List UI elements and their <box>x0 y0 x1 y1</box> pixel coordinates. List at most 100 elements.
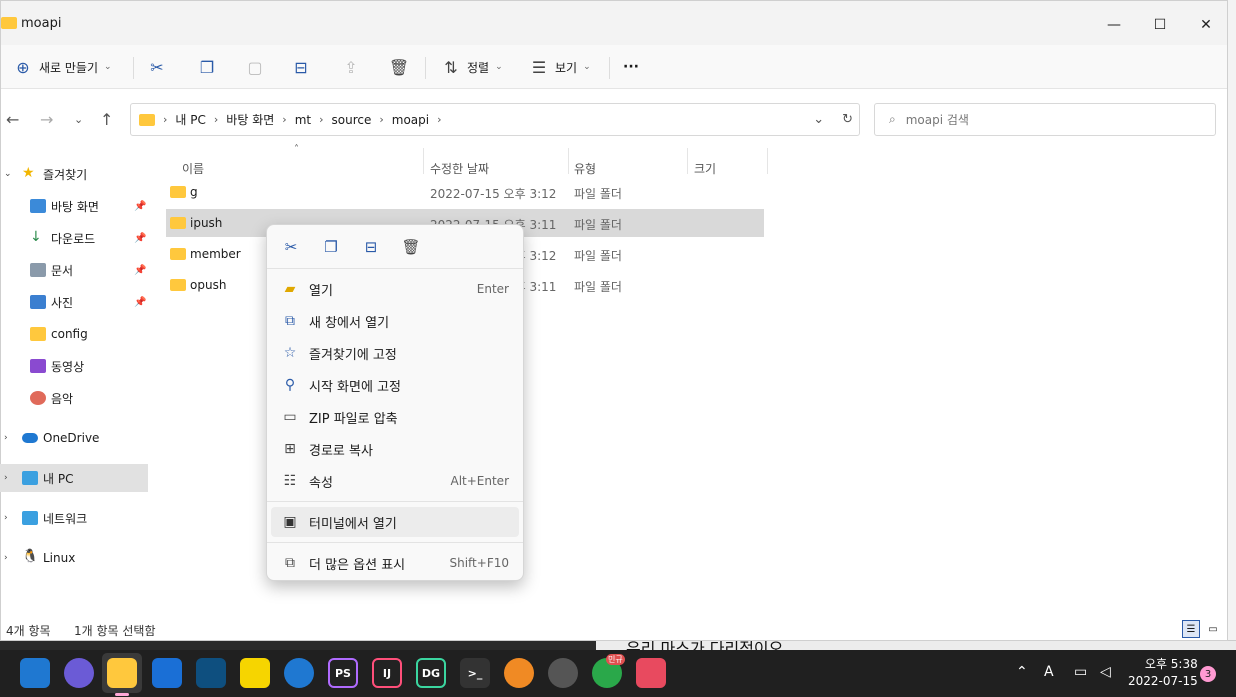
menu-item-pin-quick-access[interactable]: ☆ 즐겨찾기에 고정 <box>271 338 519 368</box>
scissors-icon[interactable]: ✂ <box>281 237 301 257</box>
sidebar-item-music[interactable]: 음악 <box>0 384 148 412</box>
file-name: member <box>190 247 241 261</box>
sticky-notes-icon[interactable] <box>240 658 270 688</box>
rename-icon[interactable]: ⊟ <box>361 237 381 257</box>
settings-gear-icon[interactable] <box>548 658 578 688</box>
desktop-icon <box>30 199 46 213</box>
details-view-button[interactable]: ☰ <box>1182 620 1200 638</box>
sidebar-item-videos[interactable]: 동영상 <box>0 352 148 380</box>
document-icon <box>30 263 46 277</box>
mysql-workbench-icon[interactable] <box>196 658 226 688</box>
start-windows-icon[interactable] <box>20 658 50 688</box>
sidebar-item-desktop[interactable]: 바탕 화면 📌 <box>0 192 148 220</box>
datagrip-icon[interactable]: DG <box>416 658 446 688</box>
minimize-button[interactable]: — <box>1091 11 1137 39</box>
breadcrumb-mt[interactable]: mt <box>295 113 311 127</box>
copy-button[interactable]: ❐ <box>197 55 217 79</box>
sidebar-label: Linux <box>43 551 76 565</box>
menu-item-open[interactable]: ▰ 열기 Enter <box>271 274 519 304</box>
search-box[interactable]: ⌕ moapi 검색 <box>874 103 1216 136</box>
sidebar-item-onedrive[interactable]: › OneDrive <box>0 424 148 452</box>
menu-item-show-more-options[interactable]: ⧉ 더 많은 옵션 표시 Shift+F10 <box>271 548 519 578</box>
network-icon[interactable]: ▭ <box>1074 664 1087 680</box>
sidebar-item-quick-access[interactable]: ⌄ ★ 즐겨찾기 <box>0 160 148 188</box>
clock-date: 2022-07-15 <box>1128 674 1198 688</box>
delete-button[interactable]: 🗑 <box>389 55 409 79</box>
rename-button[interactable]: ⊟ <box>291 55 311 79</box>
sidebar-item-network[interactable]: › 네트워크 <box>0 504 148 532</box>
pointer-app-icon[interactable] <box>284 658 314 688</box>
volume-muted-icon[interactable]: ◁ <box>1100 664 1111 680</box>
maximize-button[interactable]: ☐ <box>1137 11 1183 39</box>
computer-icon <box>22 471 38 485</box>
sidebar-item-downloads[interactable]: ↓ 다운로드 📌 <box>0 224 148 252</box>
sidebar-item-config[interactable]: config <box>0 320 148 348</box>
cloud-icon <box>22 433 38 443</box>
cut-button[interactable]: ✂ <box>147 55 167 79</box>
path-icon: ⊞ <box>284 441 296 457</box>
shortcut: Alt+Enter <box>450 474 509 488</box>
column-header-type[interactable]: 유형 <box>574 160 596 177</box>
sort-icon: ⇅ <box>444 57 458 77</box>
folder-icon <box>1 17 17 29</box>
clock[interactable]: 오후 5:38 2022-07-15 <box>1128 656 1198 690</box>
address-history-chevron-icon[interactable]: ⌄ <box>813 112 824 127</box>
sidebar-item-this-pc[interactable]: › 내 PC <box>0 464 148 492</box>
chevron-right-icon: › <box>4 513 8 523</box>
forward-button[interactable]: → <box>40 110 53 129</box>
breadcrumb-this-pc[interactable]: 내 PC <box>175 111 205 128</box>
sidebar-item-linux[interactable]: › 🐧 Linux <box>0 544 148 572</box>
title-bar[interactable]: moapi — ☐ ✕ <box>1 1 1227 45</box>
teams-chat-icon[interactable] <box>64 658 94 688</box>
more-options-button[interactable]: ··· <box>623 55 639 79</box>
close-button[interactable]: ✕ <box>1183 11 1229 39</box>
chevron-right-icon: › <box>213 113 219 126</box>
up-button[interactable]: ↑ <box>100 110 113 129</box>
mail-icon[interactable] <box>152 658 182 688</box>
breadcrumb-desktop[interactable]: 바탕 화면 <box>226 111 274 128</box>
copy-icon[interactable]: ❐ <box>321 237 341 257</box>
folder-icon <box>139 113 155 126</box>
postman-icon[interactable] <box>504 658 534 688</box>
table-row[interactable]: g 2022-07-15 오후 3:12 파일 폴더 <box>166 178 764 206</box>
menu-item-pin-start[interactable]: ⚲ 시작 화면에 고정 <box>271 370 519 400</box>
breadcrumb-moapi[interactable]: moapi <box>392 113 429 127</box>
context-menu: ✂ ❐ ⊟ 🗑 ▰ 열기 Enter ⧉ 새 창에서 열기 ☆ 즐겨찾기에 고정… <box>266 224 524 581</box>
back-button[interactable]: ← <box>6 110 19 129</box>
recent-locations-button[interactable]: ⌄ <box>74 113 83 126</box>
phpstorm-icon[interactable]: PS <box>328 658 358 688</box>
column-header-size[interactable]: 크기 <box>694 160 716 177</box>
sidebar-item-documents[interactable]: 문서 📌 <box>0 256 148 284</box>
sidebar-label: 음악 <box>51 391 74 406</box>
new-button[interactable]: ⊕ 새로 만들기 ⌄ <box>13 55 111 79</box>
refresh-icon[interactable]: ↻ <box>842 112 853 127</box>
share-button[interactable]: ⇪ <box>341 55 361 79</box>
trash-icon[interactable]: 🗑 <box>401 237 421 257</box>
paste-button[interactable]: ▢ <box>245 55 265 79</box>
column-header-modified[interactable]: 수정한 날짜 <box>430 160 489 177</box>
video-icon <box>30 359 46 373</box>
address-bar[interactable]: › 내 PC › 바탕 화면 › mt › source › moapi › ⌄… <box>130 103 860 136</box>
sidebar-label: 네트워크 <box>43 511 88 526</box>
menu-item-properties[interactable]: ☷ 속성 Alt+Enter <box>271 466 519 496</box>
file-explorer-icon[interactable] <box>107 658 137 688</box>
sort-button[interactable]: ⇅ 정렬 ⌄ <box>441 55 502 79</box>
menu-item-open-new-window[interactable]: ⧉ 새 창에서 열기 <box>271 306 519 336</box>
menu-item-compress-zip[interactable]: ▭ ZIP 파일로 압축 <box>271 402 519 432</box>
sidebar-item-pictures[interactable]: 사진 📌 <box>0 288 148 316</box>
folder-icon <box>170 186 186 198</box>
column-header-name[interactable]: 이름 <box>182 160 204 177</box>
menu-item-copy-path[interactable]: ⊞ 경로로 복사 <box>271 434 519 464</box>
store-icon[interactable] <box>636 658 666 688</box>
chevron-up-icon[interactable]: ⌃ <box>1016 664 1028 680</box>
tiles-view-button[interactable]: ▭ <box>1204 620 1222 638</box>
intellij-icon[interactable]: IJ <box>372 658 402 688</box>
sidebar-label: 문서 <box>51 263 74 278</box>
input-language[interactable]: A <box>1044 664 1054 680</box>
view-button[interactable]: ☰ 보기 ⌄ <box>529 55 591 79</box>
notification-badge[interactable]: 3 <box>1200 666 1216 682</box>
terminal-icon[interactable]: >_ <box>460 658 490 688</box>
download-icon: ↓ <box>30 229 42 245</box>
breadcrumb-source[interactable]: source <box>332 113 372 127</box>
menu-item-open-terminal[interactable]: ▣ 터미널에서 열기 <box>271 507 519 537</box>
